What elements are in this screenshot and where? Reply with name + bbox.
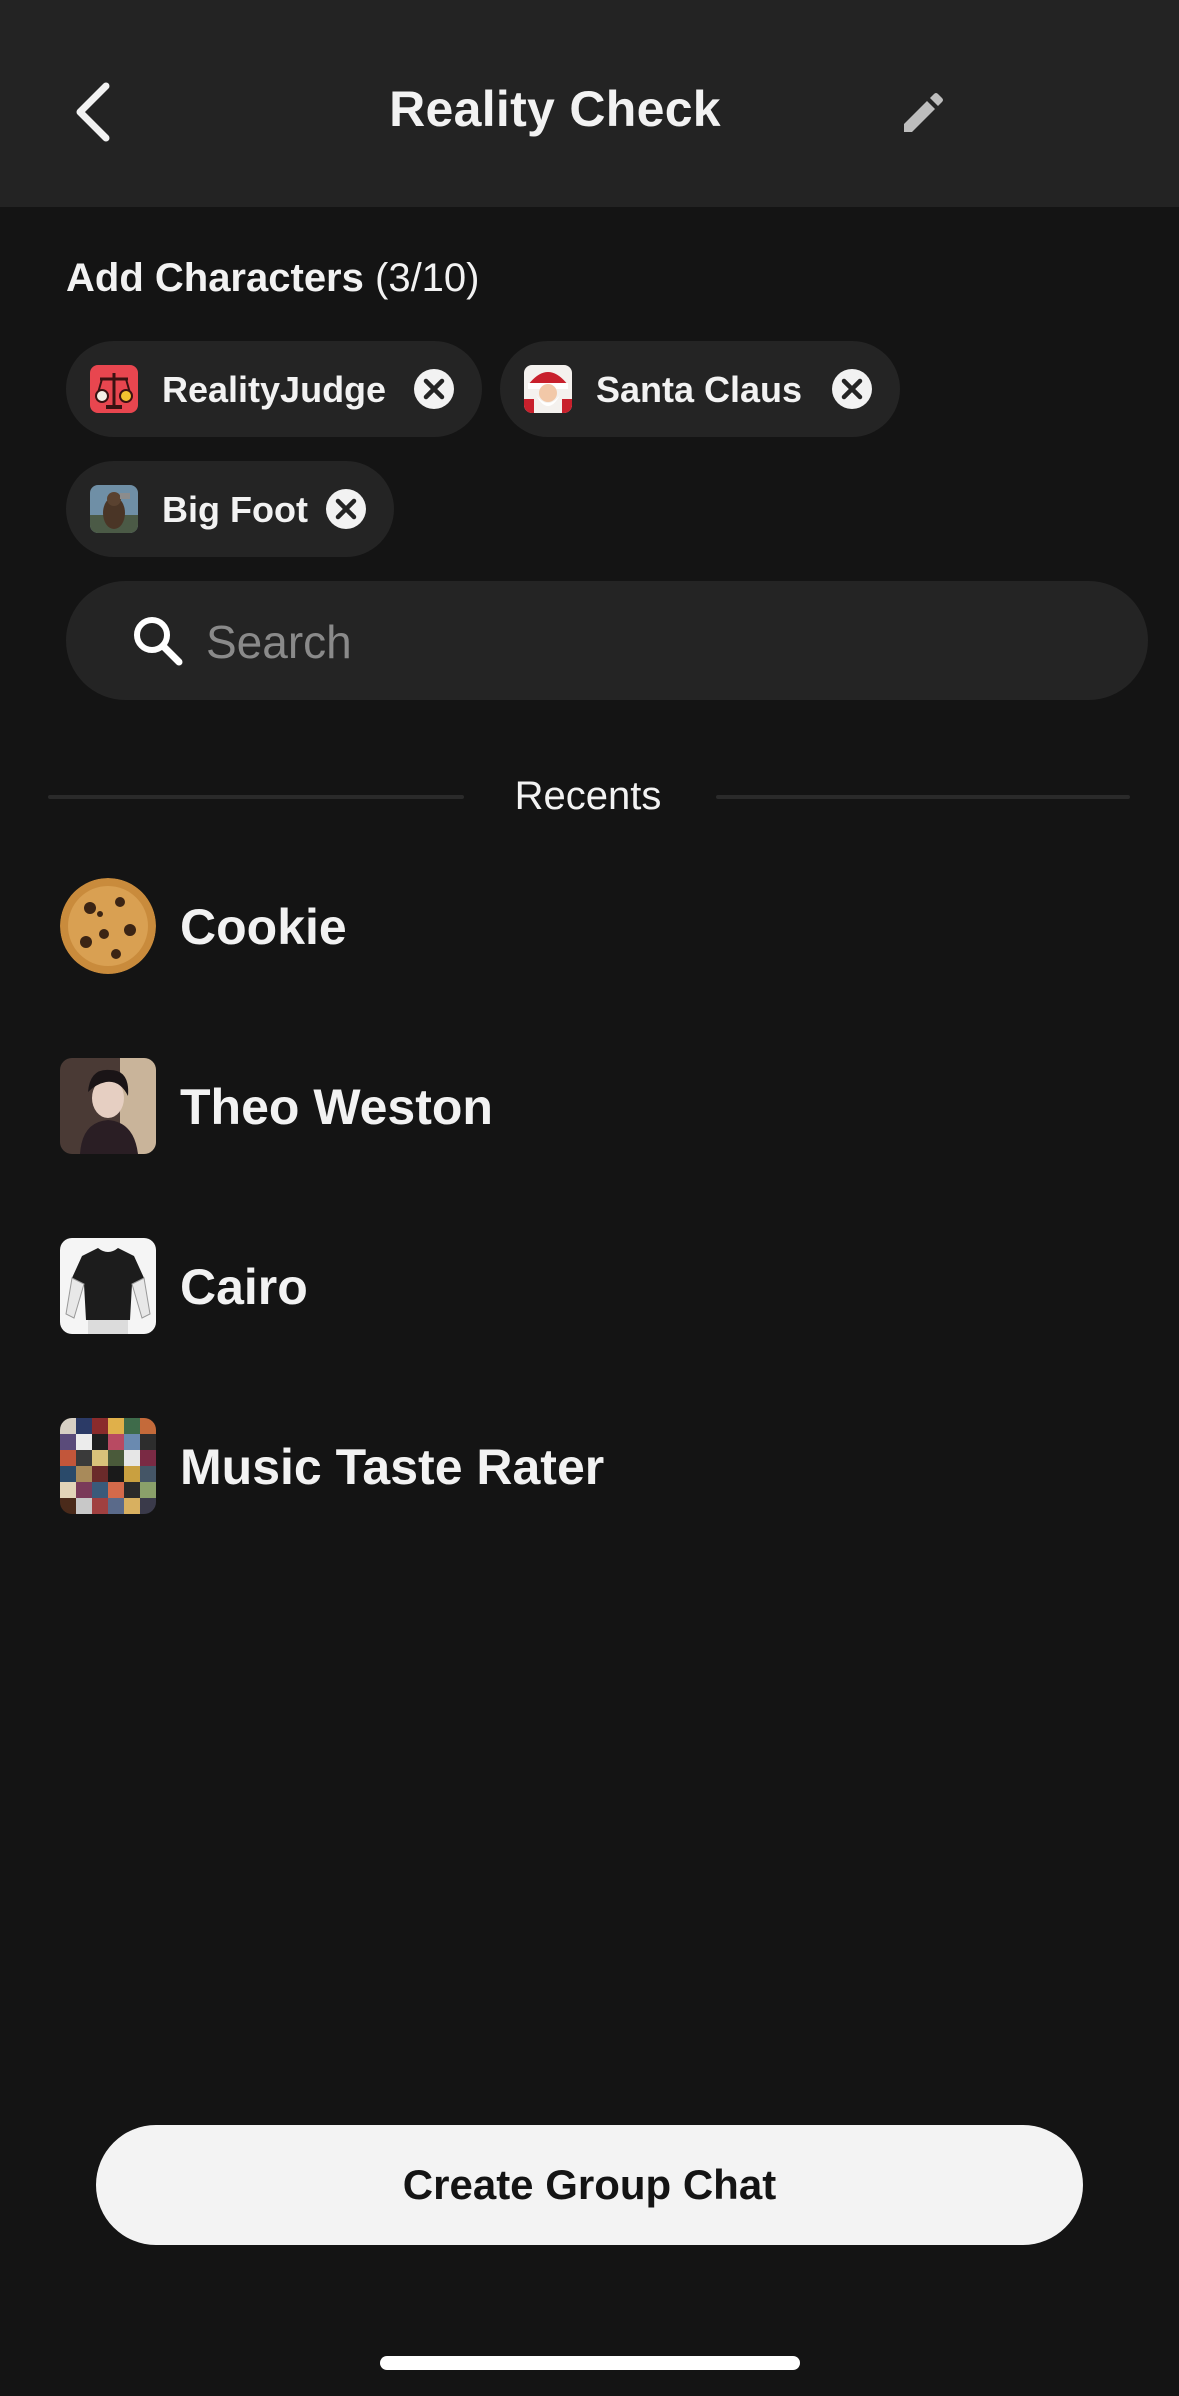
cookie-avatar [60,878,156,974]
recents-heading: Recents [514,774,662,818]
add-characters-title: Add Characters [66,256,364,300]
search-input[interactable] [204,603,1108,681]
recent-character-item[interactable]: Theo Weston [0,1034,1179,1174]
chevron-left-icon [76,82,110,142]
portrait-avatar [60,1058,156,1154]
back-button[interactable] [52,72,132,152]
page-title: Reality Check [389,81,721,137]
character-name: Cairo [180,1259,308,1315]
character-name: Theo Weston [180,1079,493,1135]
selected-character-chip: RealityJudge [66,341,482,437]
tshirt-avatar [60,1238,156,1334]
create-group-chat-button[interactable]: Create Group Chat [96,2125,1083,2245]
remove-character-icon[interactable] [412,367,456,411]
recent-character-item[interactable]: Music Taste Rater [0,1394,1179,1534]
character-count: (3/10) [375,256,480,300]
selected-character-chip: Big Foot [66,461,394,557]
divider-left [48,795,464,799]
top-bar: Reality Check [0,0,1179,207]
edit-name-button[interactable] [884,76,960,152]
search-bar[interactable] [66,581,1148,700]
chip-name: Big Foot [162,489,308,530]
scales-avatar [90,365,138,413]
character-name: Music Taste Rater [180,1439,605,1495]
chip-name: RealityJudge [162,369,387,410]
recent-character-item[interactable]: Cairo [0,1214,1179,1354]
character-name: Cookie [180,899,347,955]
add-characters-label: Add Characters (3/10) [66,256,480,301]
remove-character-icon[interactable] [830,367,874,411]
screen: Reality Check Add Characters (3/10) Real… [0,0,1179,2396]
divider-right [716,795,1130,799]
selected-character-chip: Santa Claus [500,341,900,437]
pencil-icon [904,93,943,132]
bigfoot-avatar [90,485,138,533]
search-icon [134,617,183,666]
album-grid-avatar [60,1418,156,1514]
home-indicator [380,2356,800,2370]
remove-character-icon[interactable] [324,487,368,531]
recent-character-item[interactable]: Cookie [0,854,1179,994]
chip-name: Santa Claus [596,369,803,410]
santa-avatar [524,365,572,413]
